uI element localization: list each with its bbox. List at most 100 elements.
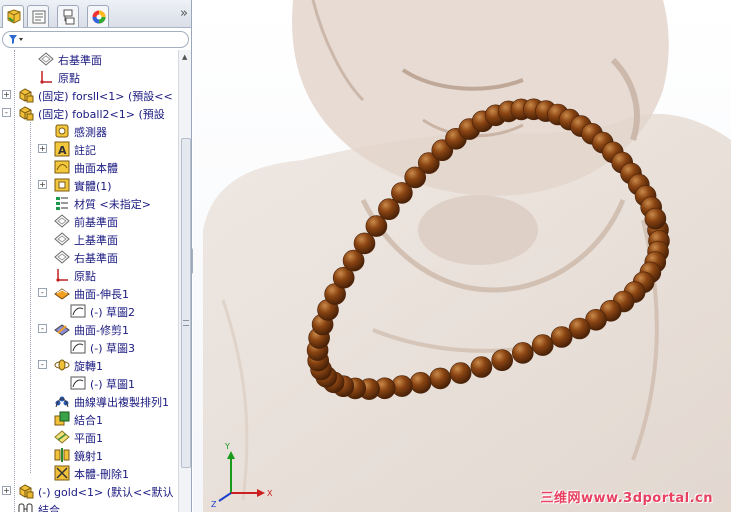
graphics-area[interactable]: Y X Z 三维网www.3dportal.cn (193, 0, 731, 512)
origin-icon (38, 69, 54, 85)
collapse-icon[interactable]: - (38, 288, 47, 297)
tree-item-label: 感測器 (74, 126, 107, 139)
tree-item[interactable]: + A 註記 (0, 140, 178, 158)
tree-item[interactable]: 平面1 (0, 428, 178, 446)
more-tabs-button[interactable]: » (180, 6, 188, 21)
sketch-icon (70, 303, 86, 319)
curve-pattern-icon (54, 393, 70, 409)
tree-item[interactable]: 前基準面 (0, 212, 178, 230)
bead (409, 371, 432, 394)
tree-item[interactable]: 曲面本體 (0, 158, 178, 176)
tree-item-label: 實體(1) (74, 180, 112, 193)
configuration-icon (63, 9, 75, 25)
tree-item-label: (-) 草圖2 (90, 306, 136, 319)
part-icon (18, 87, 34, 103)
collapse-icon[interactable]: - (38, 324, 47, 333)
tree-item-label: 曲面本體 (74, 162, 118, 175)
tree-item[interactable]: 右基準面 (0, 50, 178, 68)
tree-item-label: 鏡射1 (74, 450, 103, 463)
tree-item[interactable]: 上基準面 (0, 230, 178, 248)
tree-item-label: 曲線導出複製排列1 (74, 396, 169, 409)
scroll-thumb[interactable] (181, 138, 191, 468)
tree-item[interactable]: 右基準面 (0, 248, 178, 266)
material-icon (54, 195, 70, 211)
bead (531, 334, 554, 356)
plane-icon (54, 213, 70, 229)
tree-item[interactable]: - 旋轉1 (0, 356, 178, 374)
tree-item[interactable]: - 曲面-伸長1 (0, 284, 178, 302)
expand-icon[interactable]: + (2, 90, 11, 99)
sensor-icon (54, 123, 70, 139)
bead (470, 356, 493, 378)
tab-display-manager[interactable] (87, 5, 109, 27)
tree-item-label: (-) 草圖1 (90, 378, 136, 391)
tree-item-label: (-) 草圖3 (90, 342, 136, 355)
plane-feature-icon (54, 429, 70, 445)
bead (353, 232, 376, 255)
tree-item[interactable]: 結合1 (0, 410, 178, 428)
tree-item[interactable]: 曲線導出複製排列1 (0, 392, 178, 410)
tab-property-manager[interactable] (27, 5, 49, 27)
plane-icon (54, 231, 70, 247)
expand-icon[interactable]: + (38, 144, 47, 153)
tree-item[interactable]: + 實體(1) (0, 176, 178, 194)
bead (491, 349, 514, 372)
svg-text:X: X (267, 489, 273, 498)
tree-item[interactable]: + (固定) forsll<1> (預設<< (0, 86, 178, 104)
collapse-icon[interactable]: - (2, 108, 11, 117)
tree-item[interactable]: 原點 (0, 266, 178, 284)
tab-feature-manager[interactable] (2, 5, 24, 28)
bead (449, 362, 472, 384)
feature-tree: 右基準面 原點 + (固定) forsll<1> (預設<< - (固定) foball2… (0, 50, 178, 512)
tree-filter-field[interactable] (2, 31, 189, 48)
feature-tree-icon (7, 9, 21, 24)
part-icon (18, 483, 34, 499)
tree-item-label: 旋轉1 (74, 360, 103, 373)
revolve-icon (54, 357, 70, 373)
mates-icon (18, 501, 34, 512)
expand-icon[interactable]: + (38, 180, 47, 189)
tree-item-label: 結合1 (74, 414, 103, 427)
tree-item-label: 原點 (58, 72, 80, 85)
annotation-icon: A (54, 141, 70, 157)
sketch-icon (70, 339, 86, 355)
tree-item[interactable]: 本體-刪除1 (0, 464, 178, 482)
model-view: Y X Z (203, 0, 731, 512)
filter-icon[interactable] (8, 34, 24, 48)
part-icon (18, 105, 34, 121)
tree-item[interactable]: - 曲面-修剪1 (0, 320, 178, 338)
surface-trim-icon (54, 321, 70, 337)
tab-configuration-manager[interactable] (57, 5, 79, 27)
tree-item[interactable]: 原點 (0, 68, 178, 86)
tree-item-label: 右基準面 (58, 54, 102, 67)
tree-item[interactable]: (-) 草圖2 (0, 302, 178, 320)
tree-item[interactable]: + (-) gold<1> (默认<<默认 (0, 482, 178, 500)
collapse-icon[interactable]: - (38, 360, 47, 369)
expand-icon[interactable]: + (2, 486, 11, 495)
bead (429, 367, 452, 390)
tree-item[interactable]: (-) 草圖1 (0, 374, 178, 392)
tree-item-label: (固定) forsll<1> (預設<< (38, 90, 173, 103)
tree-item[interactable]: 感測器 (0, 122, 178, 140)
tree-scrollbar[interactable]: ▲ (178, 50, 191, 512)
scroll-up-icon[interactable]: ▲ (182, 53, 187, 61)
feature-manager-panel: » 右基準面 原點 + (固定) forsll<1> (預設<< - (固定) fobal… (0, 0, 192, 512)
panel-tab-bar: » (0, 0, 191, 28)
solid-body-icon (54, 177, 70, 193)
tree-connector-line (30, 122, 31, 473)
bead (644, 207, 667, 230)
tree-item-label: 平面1 (74, 432, 103, 445)
tree-item[interactable]: (-) 草圖3 (0, 338, 178, 356)
tree-item-label: 註記 (74, 144, 96, 157)
tree-item[interactable]: 鏡射1 (0, 446, 178, 464)
appearance-icon (92, 10, 106, 24)
svg-text:Z: Z (211, 500, 217, 509)
plane-icon (54, 249, 70, 265)
tree-item[interactable]: 結合 (0, 500, 178, 512)
tree-item[interactable]: - (固定) foball2<1> (預設 (0, 104, 178, 122)
origin-icon (54, 267, 70, 283)
tree-item-label: (-) gold<1> (默认<<默认 (38, 486, 174, 499)
tree-item-label: 曲面-伸長1 (74, 288, 129, 301)
tree-item[interactable]: 材質 <未指定> (0, 194, 178, 212)
tree-connector-line (14, 50, 15, 512)
